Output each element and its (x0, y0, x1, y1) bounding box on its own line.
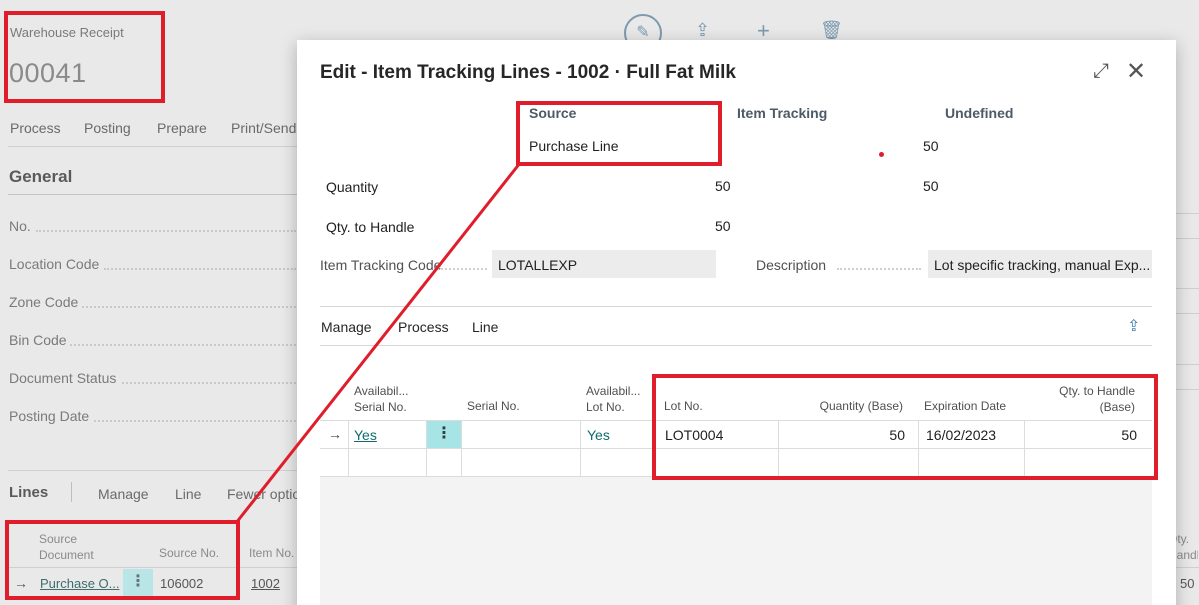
highlight-source (516, 101, 722, 166)
annotation-connector (234, 162, 522, 524)
highlight-source-lines (5, 520, 240, 600)
highlight-lot-details (652, 374, 1158, 480)
highlight-warehouse-receipt (4, 11, 165, 103)
